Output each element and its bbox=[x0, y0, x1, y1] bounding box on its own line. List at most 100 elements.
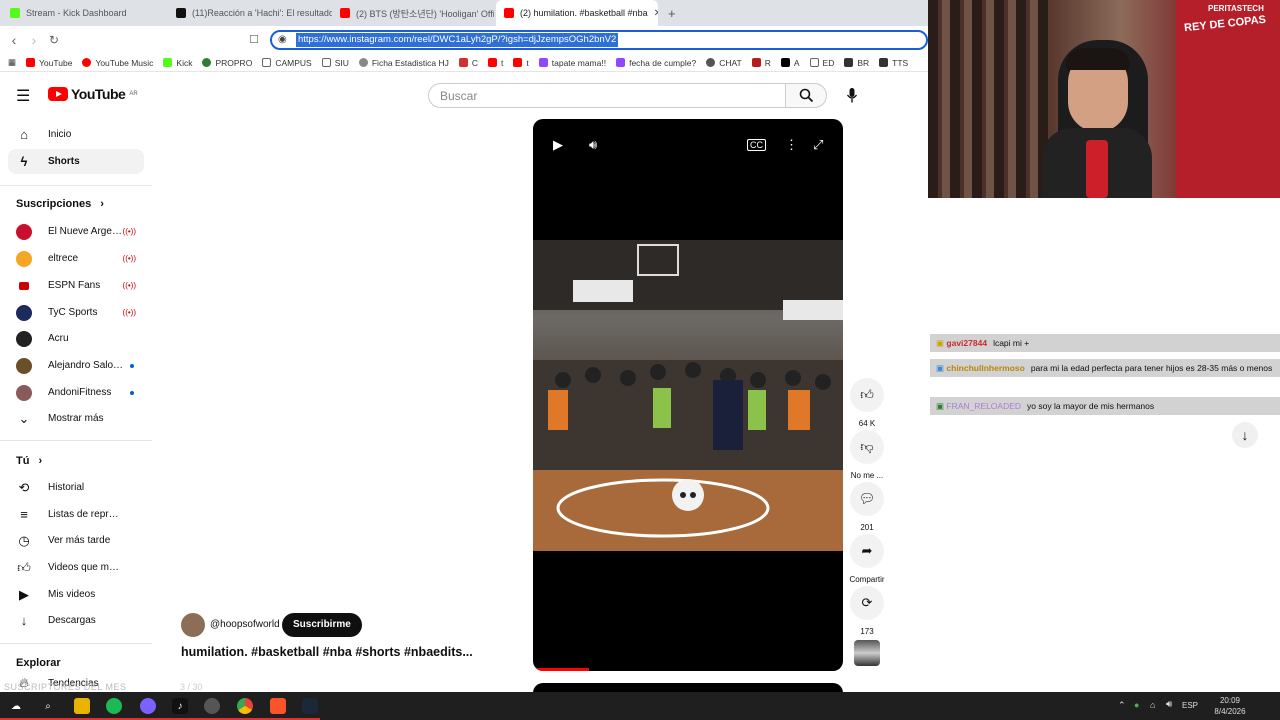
back-icon[interactable]: ‹ bbox=[6, 32, 22, 48]
channel-avatar[interactable] bbox=[181, 613, 205, 637]
tray-app-icon[interactable]: ● bbox=[1134, 700, 1139, 710]
remix-action[interactable]: ⟳ 173 bbox=[849, 586, 885, 636]
share-icon[interactable]: ➦ bbox=[850, 534, 884, 568]
youtube-logo[interactable]: YouTube AR bbox=[48, 86, 138, 102]
site-info-icon[interactable]: ◉ bbox=[278, 34, 287, 45]
sidebar-item-andonifitness[interactable]: AndoniFitness bbox=[8, 380, 144, 405]
sidebar-item-mis-videos[interactable]: ▶ Mis videos bbox=[8, 582, 144, 607]
obs-icon[interactable] bbox=[204, 698, 220, 714]
reload-icon[interactable]: ↻ bbox=[46, 32, 62, 48]
tab-kick-dashboard[interactable]: Stream - Kick Dashboard bbox=[2, 0, 168, 26]
channel-name[interactable]: @hoopsofworld bbox=[210, 619, 280, 630]
bookmark-r[interactable]: R bbox=[751, 58, 771, 68]
bookmark-campus[interactable]: CAMPUS bbox=[262, 58, 312, 68]
shorts-player[interactable]: ▶ 🔊︎ CC ⋮ ⤢ bbox=[533, 119, 843, 671]
sidebar-item-listas[interactable]: ≡ Listas de reproducc... bbox=[8, 502, 144, 527]
bookmark-kick[interactable]: Kick bbox=[163, 58, 192, 68]
search-input[interactable]: Buscar bbox=[428, 83, 786, 108]
file-explorer-icon[interactable] bbox=[74, 698, 90, 714]
bookmark-br[interactable]: BR bbox=[844, 58, 869, 68]
bookmark-chat[interactable]: CHAT bbox=[706, 58, 742, 68]
tray-chevron-icon[interactable]: ⌃ bbox=[1118, 700, 1126, 711]
bookmark-t1[interactable]: t bbox=[488, 58, 503, 68]
sound-thumbnail[interactable] bbox=[854, 640, 880, 666]
bookmark-c[interactable]: C bbox=[458, 58, 478, 68]
thumbs-up-icon[interactable]: 👍︎ bbox=[850, 378, 884, 412]
sidebar-item-historial[interactable]: ⟲ Historial bbox=[8, 475, 144, 500]
forward-icon[interactable]: › bbox=[26, 32, 42, 48]
avatar bbox=[16, 384, 32, 401]
volume-icon[interactable]: 🔊︎ bbox=[589, 137, 597, 153]
bookmark-t2[interactable]: t bbox=[513, 58, 529, 68]
new-tab-button[interactable]: + bbox=[660, 0, 680, 26]
bookmark-tts[interactable]: TTS bbox=[879, 58, 908, 68]
short-title[interactable]: humilation. #basketball #nba #shorts #nb… bbox=[181, 645, 473, 659]
sidebar-divider bbox=[0, 643, 152, 644]
language-indicator[interactable]: ESP bbox=[1182, 701, 1198, 710]
bookmark-icon[interactable]: ☐ bbox=[246, 32, 262, 48]
tab-humilation[interactable]: (2) humilation. #basketball #nba ✕ bbox=[496, 0, 658, 26]
fullscreen-icon[interactable]: ⤢ bbox=[813, 137, 823, 153]
weather-icon[interactable]: ☁ bbox=[6, 698, 26, 714]
sidebar-item-liked[interactable]: 👍︎ Videos que me gus... bbox=[8, 555, 144, 580]
tab-bts-hooligan[interactable]: (2) BTS (방탄소년단) 'Hooligan' Offici bbox=[332, 0, 494, 26]
sidebar-item-el-nueve[interactable]: El Nueve Argentin... ((•)) bbox=[8, 219, 144, 244]
tab-close-icon[interactable]: ✕ bbox=[654, 8, 658, 19]
sidebar-item-tyc-sports[interactable]: TyC Sports ((•)) bbox=[8, 300, 144, 325]
menu-icon[interactable]: ☰ bbox=[16, 86, 30, 106]
discord-icon[interactable] bbox=[140, 698, 156, 714]
bookmark-tapate[interactable]: tapate mama!! bbox=[538, 58, 606, 68]
thumbs-down-icon[interactable]: 👎︎ bbox=[850, 430, 884, 464]
spotify-icon[interactable] bbox=[106, 698, 122, 714]
address-bar[interactable]: ◉ https://www.instagram.com/reel/DWC1aLy… bbox=[270, 30, 928, 50]
subscribe-button[interactable]: Suscribirme bbox=[282, 613, 362, 637]
like-action[interactable]: 👍︎ 64 K bbox=[849, 378, 885, 428]
brave-icon[interactable] bbox=[270, 698, 286, 714]
bookmark-ed[interactable]: ED bbox=[809, 58, 834, 68]
clock-date[interactable]: 8/4/2026 bbox=[1208, 707, 1252, 716]
url-text[interactable]: https://www.instagram.com/reel/DWC1aLyh2… bbox=[296, 33, 619, 47]
sidebar-item-acru[interactable]: Acru bbox=[8, 326, 144, 351]
sidebar-item-ver-mas-tarde[interactable]: ◷ Ver más tarde bbox=[8, 528, 144, 553]
bookmark-siu[interactable]: SIU bbox=[321, 58, 349, 68]
bookmark-youtube-music[interactable]: YouTube Music bbox=[82, 58, 153, 68]
bookmark-youtube[interactable]: YouTube bbox=[26, 58, 72, 68]
overlay-count: 3 / 30 bbox=[180, 682, 203, 692]
bookmark-propro[interactable]: PROPRO bbox=[202, 58, 252, 68]
taskbar: ☁ ⌕ ♪ ⌃ ● ⌂ 🔊︎ ESP 20:09 8/4/2026 bbox=[0, 692, 1280, 720]
sidebar-item-espn-fans[interactable]: ESPN Fans ((•)) bbox=[8, 273, 144, 298]
sidebar-item-shorts[interactable]: ϟ Shorts bbox=[8, 149, 144, 174]
sidebar-item-eltrece[interactable]: eltrece ((•)) bbox=[8, 246, 144, 271]
video-progress-bar[interactable] bbox=[533, 668, 589, 671]
sidebar-item-alejandro[interactable]: Alejandro Salom... bbox=[8, 353, 144, 378]
bookmark-fecha[interactable]: fecha de cumple? bbox=[616, 58, 696, 68]
subscriptions-heading[interactable]: Suscripciones › bbox=[16, 198, 104, 210]
search-button[interactable] bbox=[785, 83, 827, 108]
you-heading[interactable]: Tú › bbox=[16, 455, 42, 467]
volume-icon[interactable]: 🔊︎ bbox=[1166, 699, 1172, 710]
sidebar-item-inicio[interactable]: ⌂ Inicio bbox=[8, 122, 144, 147]
tiktok-icon[interactable]: ♪ bbox=[172, 698, 188, 714]
share-action[interactable]: ➦ Compartir bbox=[849, 534, 885, 584]
dislike-action[interactable]: 👎︎ No me ... bbox=[849, 430, 885, 480]
explore-heading: Explorar bbox=[16, 657, 61, 669]
comments-action[interactable]: 💬︎ 201 bbox=[849, 482, 885, 532]
network-icon[interactable]: ⌂ bbox=[1150, 700, 1155, 710]
play-icon[interactable]: ▶ bbox=[553, 137, 563, 153]
more-options-icon[interactable]: ⋮ bbox=[785, 137, 798, 153]
clock-time[interactable]: 20:09 bbox=[1212, 696, 1248, 705]
bookmark-ficha[interactable]: Ficha Estadistica HJ bbox=[358, 58, 449, 68]
microphone-icon[interactable] bbox=[846, 87, 858, 104]
bookmark-a[interactable]: A bbox=[780, 58, 800, 68]
comment-icon[interactable]: 💬︎ bbox=[850, 482, 884, 516]
tab-reaccion-hachi[interactable]: (11)Reacción a 'Hachi': El resultado y bbox=[168, 0, 332, 26]
apps-icon[interactable]: ▦ bbox=[8, 57, 16, 68]
sidebar-item-descargas[interactable]: ↓ Descargas bbox=[8, 608, 144, 633]
remix-icon[interactable]: ⟳ bbox=[850, 586, 884, 620]
steam-icon[interactable] bbox=[302, 698, 318, 714]
search-icon[interactable]: ⌕ bbox=[40, 698, 56, 714]
scroll-down-icon[interactable]: ↓ bbox=[1232, 422, 1258, 448]
sidebar-item-mostrar-mas[interactable]: ⌄ Mostrar más bbox=[8, 406, 144, 431]
captions-icon[interactable]: CC bbox=[747, 139, 766, 151]
chrome-icon[interactable] bbox=[237, 698, 253, 714]
